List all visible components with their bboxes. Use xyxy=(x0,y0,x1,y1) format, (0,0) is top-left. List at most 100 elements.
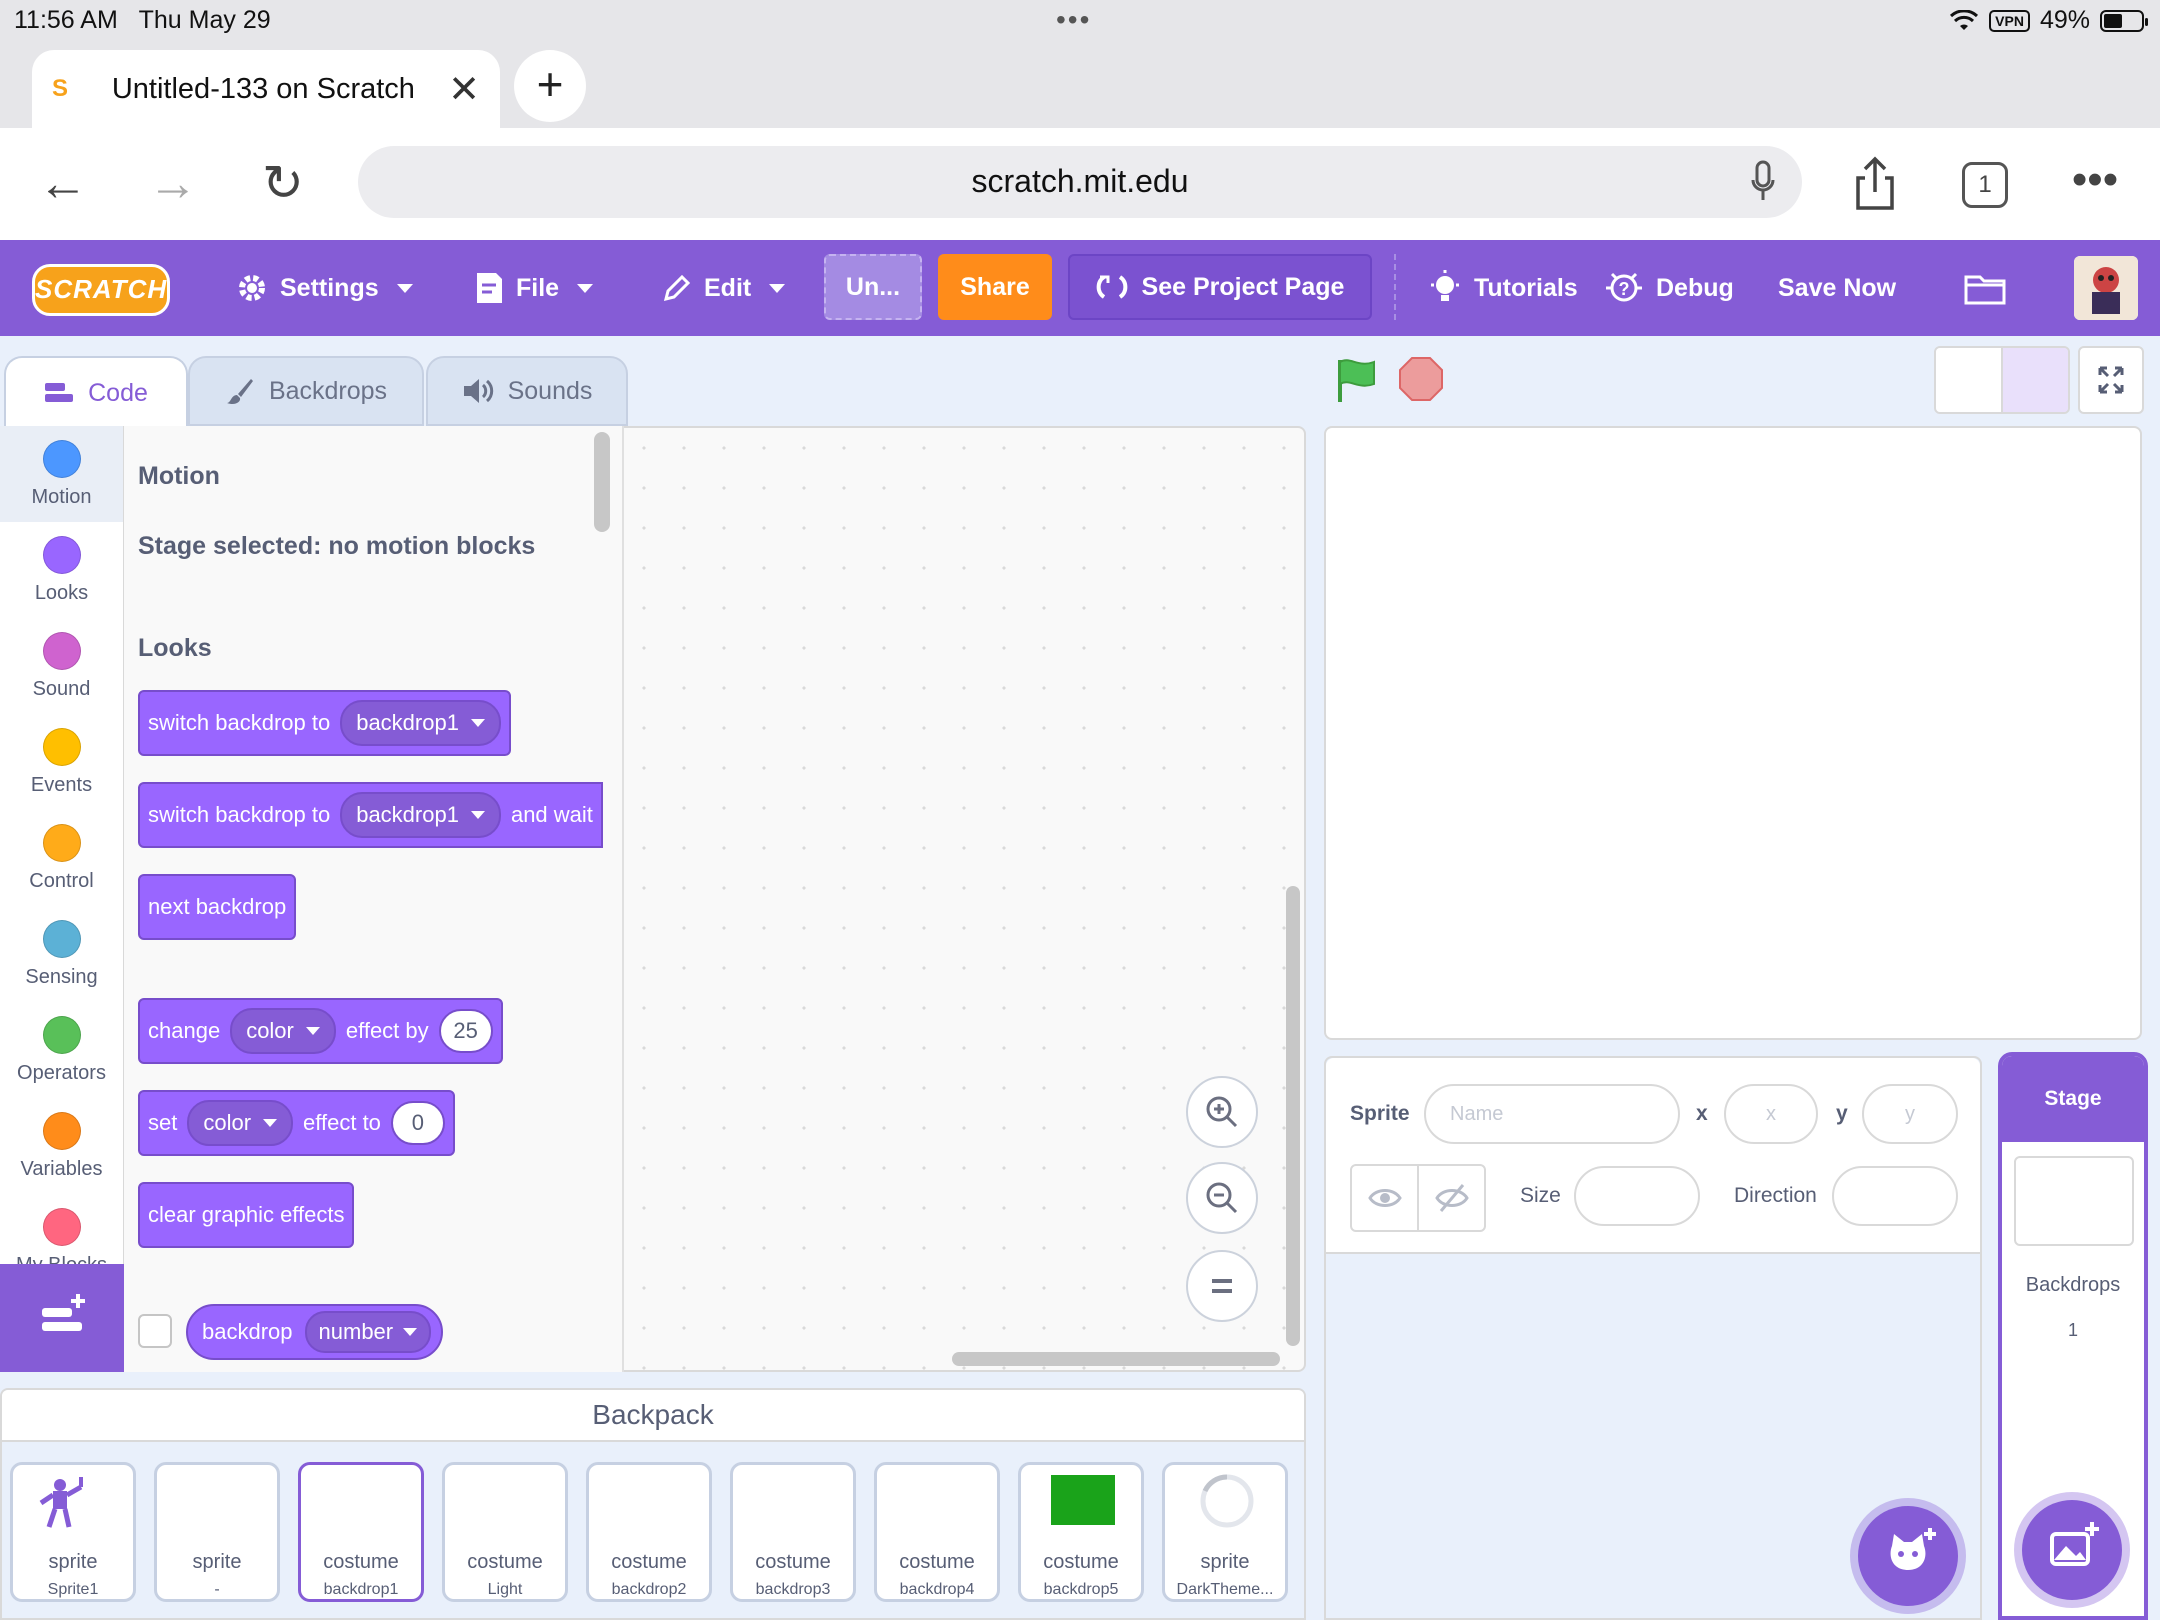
zoom-reset-button[interactable] xyxy=(1186,1250,1258,1322)
show-toggle xyxy=(1350,1164,1486,1232)
effect-dropdown[interactable]: color xyxy=(230,1008,336,1054)
speaker-icon xyxy=(463,379,493,403)
backdrop-dropdown[interactable]: backdrop1 xyxy=(340,700,501,746)
category-dot xyxy=(42,631,81,670)
change-effect-block[interactable]: change color effect by 25 xyxy=(138,998,503,1064)
stage-canvas[interactable] xyxy=(1324,426,2142,1040)
microphone-icon[interactable] xyxy=(1750,160,1776,202)
loading-spinner-icon xyxy=(1200,1474,1254,1528)
backdrop-number-reporter[interactable]: backdrop number xyxy=(186,1304,444,1360)
my-stuff-folder-icon[interactable] xyxy=(1964,240,2006,336)
settings-menu[interactable]: Settings xyxy=(236,240,413,336)
save-now-button[interactable]: Save Now xyxy=(1778,240,1896,336)
backdrop-number-checkbox[interactable] xyxy=(138,1314,172,1348)
tab-sounds[interactable]: Sounds xyxy=(426,356,628,426)
effect-dropdown[interactable]: color xyxy=(187,1100,294,1146)
tab-overview-button[interactable]: 1 xyxy=(1950,150,2020,220)
direction-field[interactable] xyxy=(1832,1166,1958,1226)
direction-label: Direction xyxy=(1734,1184,1817,1207)
category-sensing[interactable]: Sensing xyxy=(0,906,123,1002)
scratch-logo[interactable]: SCRATCH xyxy=(32,264,170,316)
category-control[interactable]: Control xyxy=(0,810,123,906)
tutorials-button[interactable]: Tutorials xyxy=(1428,240,1578,336)
x-label: x xyxy=(1696,1102,1708,1125)
next-backdrop-block[interactable]: next backdrop xyxy=(138,874,297,940)
category-motion[interactable]: Motion xyxy=(0,426,123,522)
forward-icon[interactable]: → xyxy=(138,150,208,220)
backdrop-property-dropdown[interactable]: number xyxy=(304,1311,432,1353)
backpack-item[interactable]: costume backdrop1 xyxy=(298,1462,424,1602)
fullscreen-icon xyxy=(2098,366,2124,394)
back-icon[interactable]: ← xyxy=(28,150,98,220)
menubar-divider xyxy=(1394,254,1396,320)
script-horizontal-scrollbar[interactable] xyxy=(952,1352,1280,1366)
switch-backdrop-and-wait-block[interactable]: switch backdrop to backdrop1 and wait xyxy=(138,782,603,848)
switch-backdrop-block[interactable]: switch backdrop to backdrop1 xyxy=(138,690,511,756)
backdrop-dropdown[interactable]: backdrop1 xyxy=(340,792,501,838)
green-flag-icon[interactable] xyxy=(1334,356,1380,404)
category-sound[interactable]: Sound xyxy=(0,618,123,714)
y-label: y xyxy=(1836,1102,1848,1125)
stage-size-toggle xyxy=(1934,346,2070,414)
backpack-item[interactable]: costume backdrop5 xyxy=(1018,1462,1144,1602)
category-variables[interactable]: Variables xyxy=(0,1098,123,1194)
add-extension-button[interactable] xyxy=(0,1264,124,1372)
sprite-name-field[interactable]: Name xyxy=(1424,1084,1680,1144)
category-looks[interactable]: Looks xyxy=(0,522,123,618)
x-field[interactable]: x xyxy=(1724,1084,1818,1144)
effect-value-input[interactable]: 0 xyxy=(390,1101,445,1145)
backpack-item[interactable]: costume backdrop3 xyxy=(730,1462,856,1602)
zoom-in-button[interactable] xyxy=(1186,1076,1258,1148)
avatar[interactable] xyxy=(2074,256,2138,320)
debug-button[interactable]: ? Debug xyxy=(1604,240,1734,336)
script-area[interactable] xyxy=(624,426,1306,1372)
category-events[interactable]: Events xyxy=(0,714,123,810)
share-button[interactable]: Share xyxy=(938,254,1052,320)
reload-icon[interactable]: ↻ xyxy=(248,150,318,220)
small-stage-button[interactable] xyxy=(1936,348,2001,412)
file-menu[interactable]: File xyxy=(474,240,594,336)
add-backdrop-button[interactable] xyxy=(2022,1500,2122,1600)
more-menu-icon[interactable]: ••• xyxy=(2060,150,2130,220)
category-my-blocks[interactable]: My Blocks xyxy=(0,1194,123,1264)
status-bar: 11:56 AM Thu May 29 ••• VPN 49% xyxy=(0,0,2160,38)
stage-thumbnail[interactable] xyxy=(2014,1156,2134,1246)
script-vertical-scrollbar[interactable] xyxy=(1286,886,1300,1346)
backdrops-label: Backdrops xyxy=(2025,1274,2121,1296)
backpack-title[interactable]: Backpack xyxy=(2,1390,1304,1442)
palette-scrollbar[interactable] xyxy=(594,432,610,532)
see-project-page-button[interactable]: See Project Page xyxy=(1068,254,1372,320)
multitask-dots-icon[interactable]: ••• xyxy=(1056,4,1091,36)
backpack-item[interactable]: sprite - xyxy=(154,1462,280,1602)
project-title-input[interactable]: Un... xyxy=(824,254,922,320)
browser-tab[interactable]: S Untitled-133 on Scratch ✕ xyxy=(32,50,500,128)
tab-backdrops[interactable]: Backdrops xyxy=(188,356,424,426)
edit-menu[interactable]: Edit xyxy=(662,240,786,336)
zoom-out-button[interactable] xyxy=(1186,1162,1258,1234)
block-palette: Motion Stage selected: no motion blocks … xyxy=(124,426,624,1372)
url-field[interactable]: scratch.mit.edu xyxy=(358,146,1802,218)
size-field[interactable] xyxy=(1574,1166,1700,1226)
effect-amount-input[interactable]: 25 xyxy=(438,1009,493,1053)
category-operators[interactable]: Operators xyxy=(0,1002,123,1098)
backpack-item[interactable]: sprite Sprite1 xyxy=(10,1462,136,1602)
show-eye-icon[interactable] xyxy=(1352,1166,1417,1230)
share-icon[interactable] xyxy=(1840,150,1910,220)
large-stage-button[interactable] xyxy=(2001,348,2068,412)
backpack-item[interactable]: sprite DarkTheme... xyxy=(1162,1462,1288,1602)
stop-icon[interactable] xyxy=(1398,356,1444,402)
y-field[interactable]: y xyxy=(1862,1084,1958,1144)
tab-code[interactable]: Code xyxy=(4,356,188,428)
category-dot xyxy=(42,727,81,766)
fullscreen-button[interactable] xyxy=(2078,346,2144,414)
clear-graphic-effects-block[interactable]: clear graphic effects xyxy=(138,1182,355,1248)
set-effect-block[interactable]: set color effect to 0 xyxy=(138,1090,455,1156)
add-sprite-button[interactable] xyxy=(1858,1506,1958,1606)
close-tab-icon[interactable]: ✕ xyxy=(448,67,480,112)
backpack-item[interactable]: costume backdrop2 xyxy=(586,1462,712,1602)
hide-eye-icon[interactable] xyxy=(1417,1166,1484,1230)
stage-header: Stage xyxy=(2002,1056,2144,1142)
backpack-item[interactable]: costume backdrop4 xyxy=(874,1462,1000,1602)
backpack-item[interactable]: costume Light xyxy=(442,1462,568,1602)
new-tab-button[interactable]: + xyxy=(514,50,586,122)
